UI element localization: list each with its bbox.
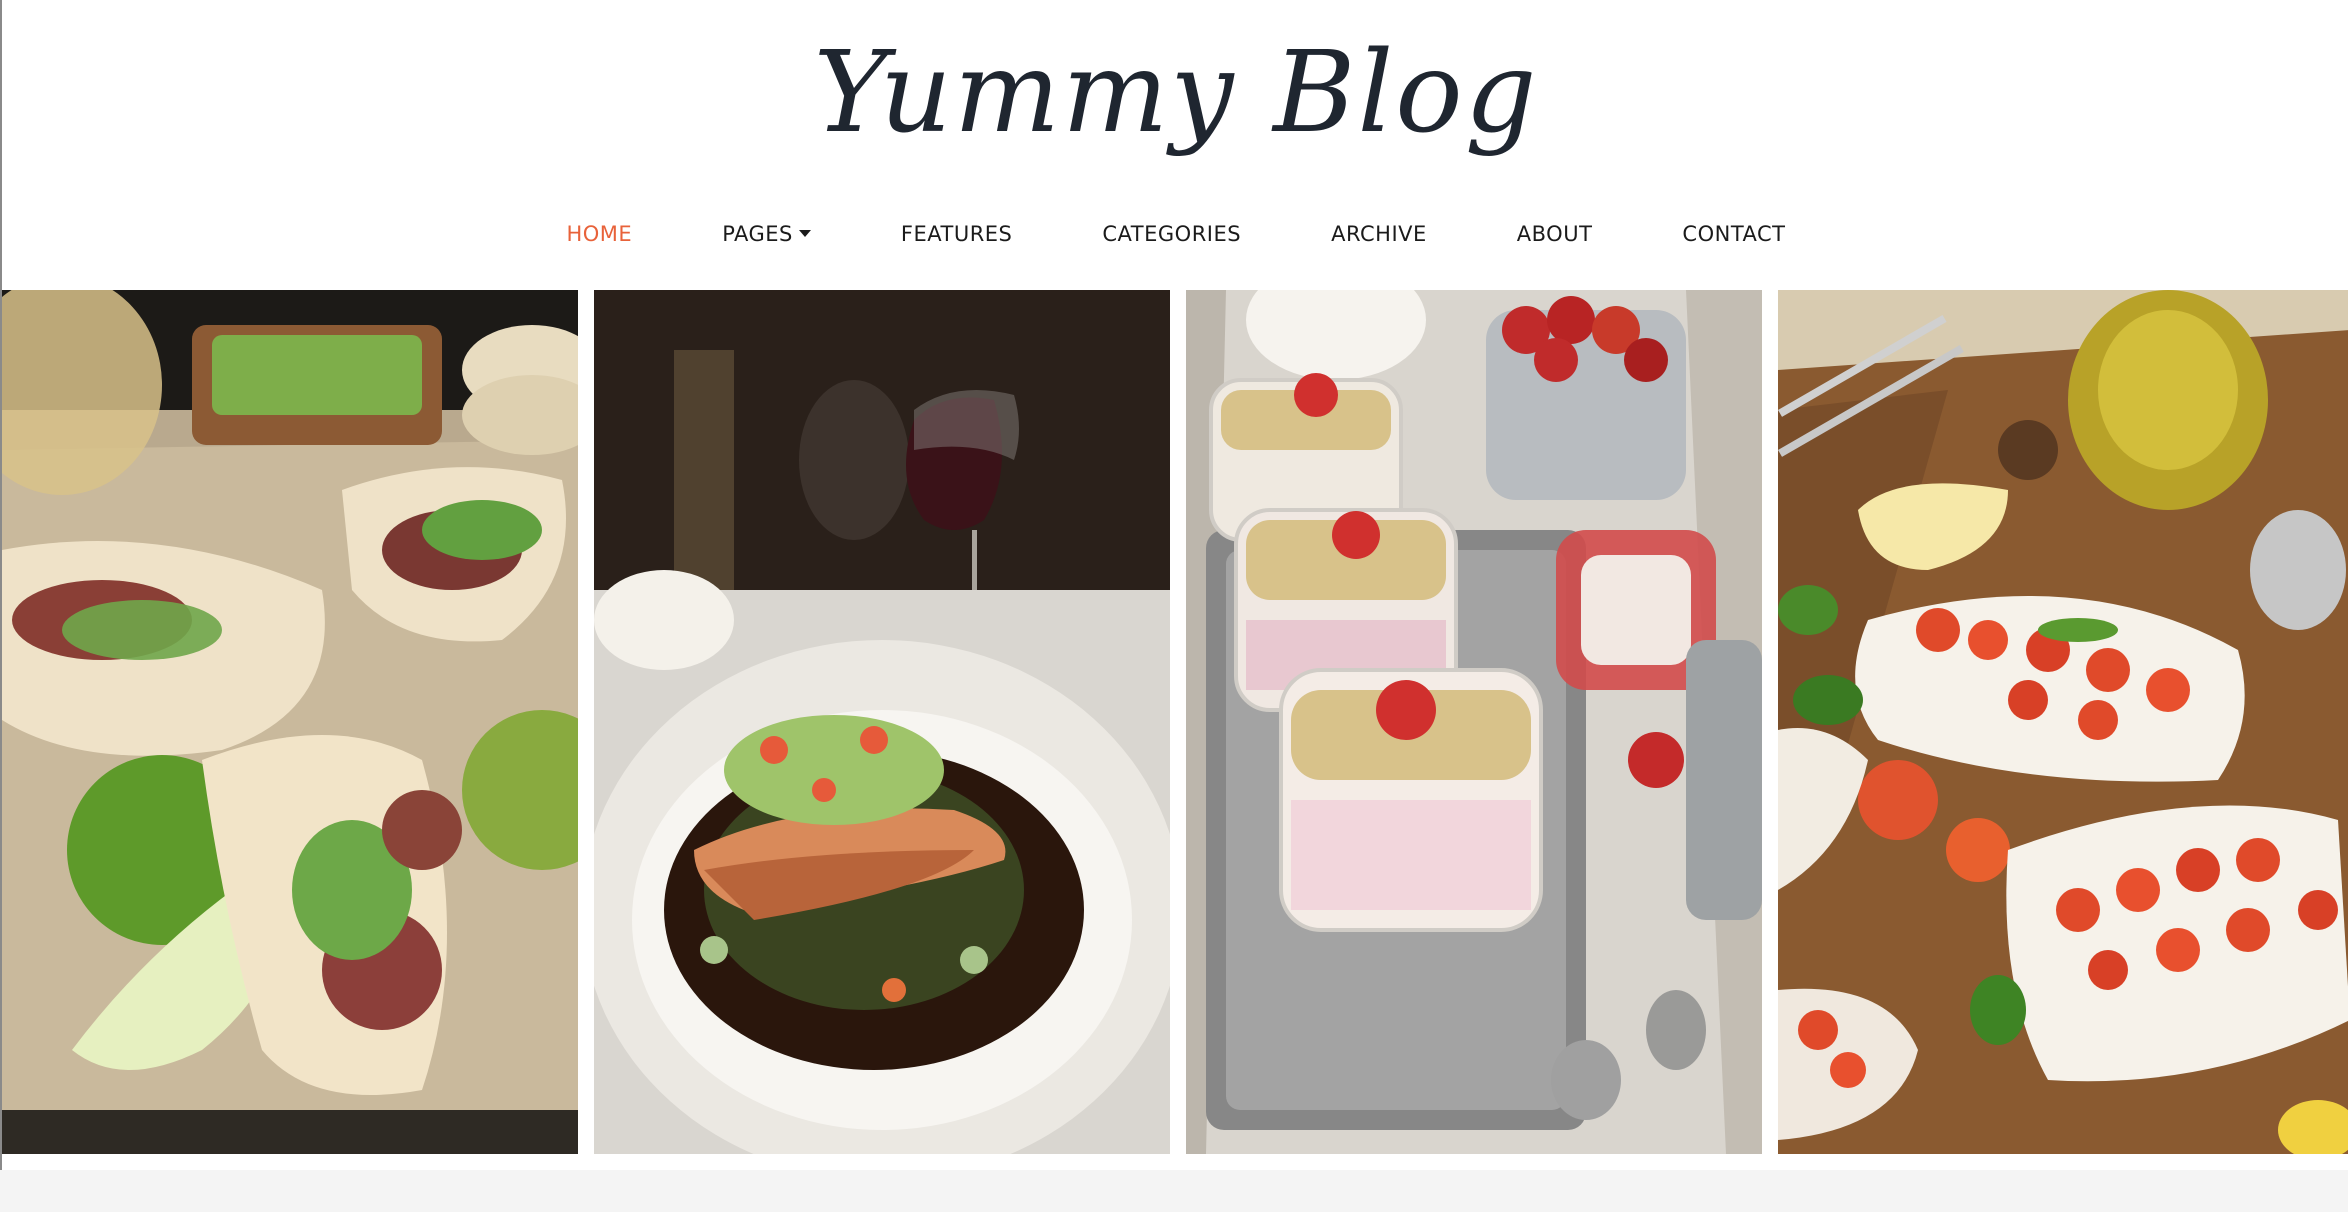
parfait-image bbox=[1186, 290, 1762, 1154]
nav-item-about[interactable]: ABOUT bbox=[1472, 212, 1638, 256]
nav-item-categories[interactable]: CATEGORIES bbox=[1057, 212, 1286, 256]
tacos-image bbox=[2, 290, 578, 1154]
main-nav: HOME PAGES FEATURES CATEGORIES ARCHIVE A… bbox=[2, 212, 2348, 256]
nav-item-pages-label: PAGES bbox=[722, 222, 793, 246]
bruschetta-image bbox=[1778, 290, 2348, 1154]
page: Yummy Blog HOME PAGES FEATURES CATEGORIE… bbox=[0, 0, 2348, 1170]
site-logo[interactable]: Yummy Blog bbox=[2, 18, 2348, 168]
salmon-dish-photo[interactable] bbox=[594, 290, 1170, 1154]
tacos-photo[interactable] bbox=[2, 290, 578, 1154]
caret-down-icon bbox=[798, 229, 811, 237]
page-bottom-strip bbox=[0, 1170, 2348, 1212]
nav-item-features[interactable]: FEATURES bbox=[856, 212, 1057, 256]
bruschetta-photo[interactable] bbox=[1778, 290, 2348, 1154]
nav-item-pages[interactable]: PAGES bbox=[677, 212, 856, 256]
photo-gallery bbox=[2, 290, 2348, 1154]
yogurt-parfait-photo[interactable] bbox=[1186, 290, 1762, 1154]
nav-item-archive[interactable]: ARCHIVE bbox=[1286, 212, 1472, 256]
nav-item-contact[interactable]: CONTACT bbox=[1637, 212, 1830, 256]
nav-item-home[interactable]: HOME bbox=[521, 212, 677, 256]
salmon-image bbox=[594, 290, 1170, 1154]
